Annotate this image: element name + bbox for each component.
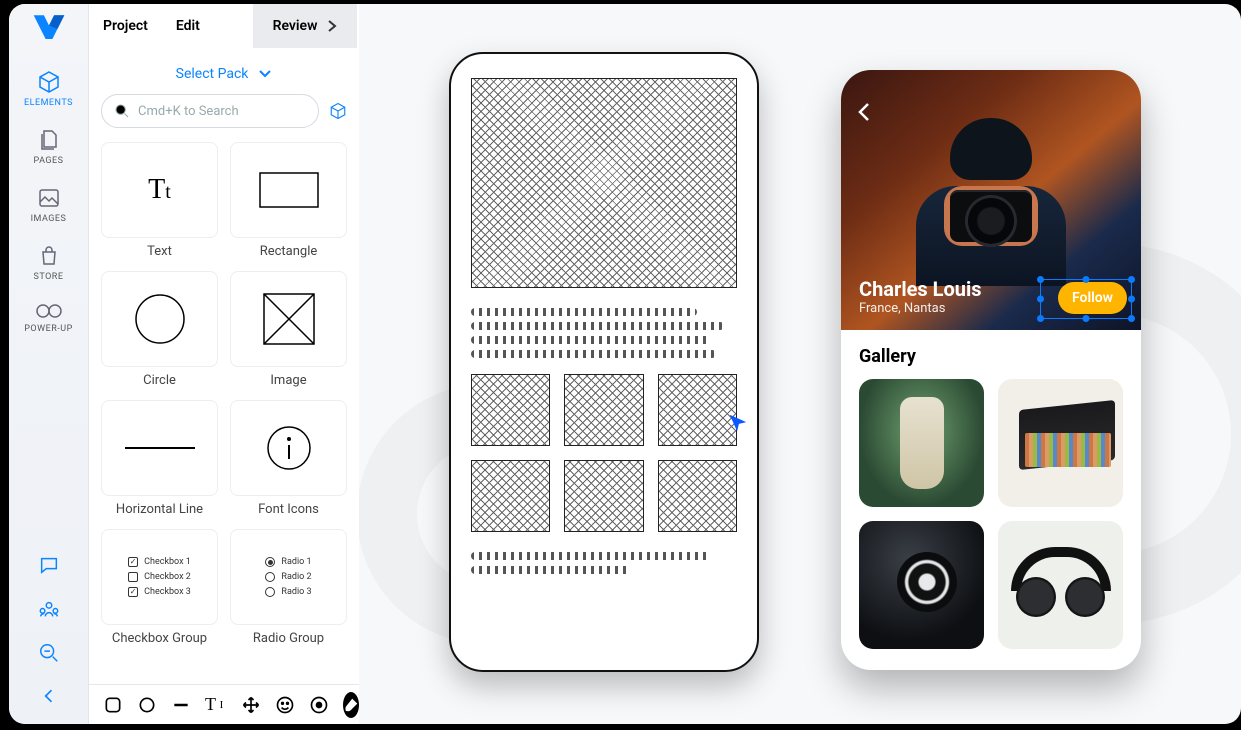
tile-fonticons[interactable] <box>230 400 347 496</box>
rail-label: PAGES <box>34 156 64 166</box>
tile-rectangle[interactable] <box>230 142 347 238</box>
wire-thumb <box>471 460 550 532</box>
rail-bottom <box>38 542 60 724</box>
tile-label: Image <box>230 373 347 388</box>
profile-info: Charles Louis France, Nantas <box>859 277 982 316</box>
tool-rounded-rect-icon[interactable] <box>103 694 123 716</box>
elements-panel: Select Pack Cmd+K to Search Tt Text Rect… <box>89 48 359 684</box>
review-label: Review <box>273 18 318 34</box>
gallery-item[interactable] <box>859 521 984 649</box>
tile-radio-group[interactable]: Radio 1 Radio 2 Radio 3 <box>230 529 347 625</box>
rail-images[interactable]: IMAGES <box>9 176 88 234</box>
collab-icon[interactable] <box>38 598 60 624</box>
rail-label: STORE <box>34 272 64 282</box>
wire-text-block <box>471 552 737 574</box>
tile-text[interactable]: Tt <box>101 142 218 238</box>
menu-edit[interactable]: Edit <box>162 18 214 34</box>
search-placeholder: Cmd+K to Search <box>138 104 239 119</box>
app-logo[interactable] <box>31 10 67 46</box>
hero-photo <box>906 116 1076 286</box>
tool-text-icon[interactable]: TI <box>205 694 227 716</box>
profile-name: Charles Louis <box>859 277 982 301</box>
select-pack-dropdown[interactable]: Select Pack <box>101 56 347 94</box>
wireframe-preview[interactable] <box>449 52 759 672</box>
rail-label: POWER-UP <box>24 324 73 334</box>
gallery-item[interactable] <box>859 379 984 507</box>
tile-checkbox-group[interactable]: Checkbox 1 Checkbox 2 Checkbox 3 <box>101 529 218 625</box>
rail-powerup[interactable]: POWER-UP <box>9 292 88 344</box>
search-input[interactable]: Cmd+K to Search <box>101 94 319 128</box>
profile-location: France, Nantas <box>859 301 982 316</box>
tile-label: Text <box>101 244 218 259</box>
tile-label: Horizontal Line <box>101 502 218 517</box>
tool-target-icon[interactable] <box>309 694 329 716</box>
wire-thumb <box>564 460 643 532</box>
tool-line-icon[interactable] <box>171 694 191 716</box>
chat-icon[interactable] <box>38 554 60 580</box>
app-frame: ELEMENTS PAGES IMAGES STORE POWER-UP Pro… <box>9 4 1241 724</box>
rail-label: IMAGES <box>31 214 67 224</box>
gallery-item[interactable] <box>998 379 1123 507</box>
follow-button[interactable]: Follow <box>1058 282 1127 314</box>
rail-store[interactable]: STORE <box>9 234 88 292</box>
tool-brush-icon[interactable] <box>343 692 359 718</box>
tile-image[interactable] <box>230 271 347 367</box>
menu-project[interactable]: Project <box>89 18 162 34</box>
gallery-item[interactable] <box>998 521 1123 649</box>
mini-label: Checkbox 1 <box>144 557 191 567</box>
tile-label: Rectangle <box>230 244 347 259</box>
chevron-down-icon <box>258 69 272 79</box>
wire-thumb <box>471 374 550 446</box>
select-pack-label: Select Pack <box>176 66 249 82</box>
wire-thumb <box>658 460 737 532</box>
rail-pages[interactable]: PAGES <box>9 118 88 176</box>
chevron-right-icon <box>327 19 337 33</box>
collapse-icon[interactable] <box>39 686 59 710</box>
tool-move-icon[interactable] <box>241 694 261 716</box>
gallery-title: Gallery <box>859 346 1123 367</box>
wire-text-block <box>471 308 737 358</box>
mini-label: Checkbox 3 <box>144 587 191 597</box>
bottom-toolbar: TI <box>89 684 359 724</box>
tool-circle-icon[interactable] <box>137 694 157 716</box>
mini-label: Radio 2 <box>281 572 311 582</box>
zoom-out-icon[interactable] <box>38 642 60 668</box>
search-icon <box>114 103 130 119</box>
cube3d-icon[interactable] <box>329 102 347 120</box>
tile-hline[interactable] <box>101 400 218 496</box>
cursor-icon <box>727 412 749 434</box>
tile-label: Font Icons <box>230 502 347 517</box>
menu-review[interactable]: Review <box>253 4 357 48</box>
tile-label: Checkbox Group <box>101 631 218 646</box>
rail-elements[interactable]: ELEMENTS <box>9 60 88 118</box>
mini-label: Radio 3 <box>281 587 311 597</box>
tile-circle[interactable] <box>101 271 218 367</box>
tool-emoji-icon[interactable] <box>275 694 295 716</box>
tile-label: Circle <box>101 373 218 388</box>
tile-label: Radio Group <box>230 631 347 646</box>
rail-label: ELEMENTS <box>24 98 73 108</box>
rendered-preview[interactable]: Charles Louis France, Nantas Follow Gall… <box>841 70 1141 670</box>
back-button[interactable] <box>857 102 871 126</box>
left-rail: ELEMENTS PAGES IMAGES STORE POWER-UP <box>9 4 89 724</box>
mini-label: Checkbox 2 <box>144 572 191 582</box>
mini-label: Radio 1 <box>281 557 311 567</box>
gallery-section: Gallery <box>841 330 1141 649</box>
profile-hero: Charles Louis France, Nantas Follow <box>841 70 1141 330</box>
wire-hero-image <box>471 78 737 288</box>
wire-thumb <box>564 374 643 446</box>
wire-thumb <box>658 374 737 446</box>
